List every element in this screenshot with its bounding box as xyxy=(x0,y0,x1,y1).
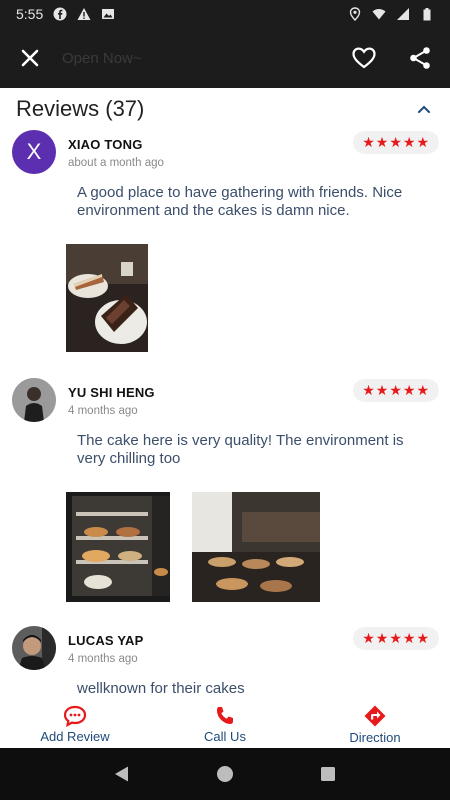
avatar-photo xyxy=(12,626,56,670)
review-time: 4 months ago xyxy=(68,405,138,417)
review-time: about a month ago xyxy=(68,157,164,169)
alert-icon xyxy=(77,8,91,20)
home-icon xyxy=(216,766,233,782)
star-rating: ★★★★★ xyxy=(353,379,439,402)
star-rating: ★★★★★ xyxy=(353,627,439,650)
avatar[interactable] xyxy=(12,378,56,422)
star-rating: ★★★★★ xyxy=(353,131,439,154)
reviewer-name: XIAO TONG xyxy=(68,137,143,152)
avatar-initial: X xyxy=(26,139,42,164)
review-text: wellknown for their cakes xyxy=(77,680,245,697)
wifi-icon xyxy=(372,9,386,20)
battery-icon xyxy=(423,8,431,21)
close-button[interactable] xyxy=(16,44,44,72)
home-button[interactable] xyxy=(213,762,237,786)
location-icon xyxy=(349,7,361,21)
favorite-button[interactable] xyxy=(350,44,378,72)
gallery-icon xyxy=(102,9,115,19)
recents-icon xyxy=(321,767,336,781)
add-review-label: Add Review xyxy=(40,728,110,744)
system-nav-bar xyxy=(0,748,450,800)
call-us-button[interactable]: Call Us xyxy=(150,700,300,748)
back-icon xyxy=(114,766,128,782)
heart-icon xyxy=(352,47,376,69)
review-item: X XIAO TONG about a month ago ★★★★★ A go… xyxy=(0,130,450,378)
reviews-header: Reviews (37) xyxy=(0,88,450,130)
recents-button[interactable] xyxy=(316,762,340,786)
direction-icon xyxy=(364,705,386,726)
reviewer-name: YU SHI HENG xyxy=(68,385,155,400)
review-photo[interactable] xyxy=(66,244,148,352)
chat-icon xyxy=(63,705,87,727)
phone-icon xyxy=(217,706,233,724)
review-text: The cake here is very quality! The envir… xyxy=(77,432,404,467)
avatar[interactable]: X xyxy=(12,130,56,174)
top-app-bar: Open Now~ xyxy=(0,28,450,88)
direction-label: Direction xyxy=(349,729,401,745)
facebook-icon xyxy=(53,7,67,21)
bottom-action-bar: Add Review Call Us Direction xyxy=(0,700,450,748)
signal-icon xyxy=(397,8,409,20)
reviews-title: Reviews (37) xyxy=(16,96,145,121)
reviewer-name: LUCAS YAP xyxy=(68,633,144,648)
chevron-up-icon xyxy=(418,105,430,113)
status-bar: 5:55 xyxy=(0,0,450,28)
direction-button[interactable]: Direction xyxy=(300,700,450,748)
share-button[interactable] xyxy=(406,44,434,72)
close-icon xyxy=(21,49,39,67)
share-icon xyxy=(410,47,430,69)
review-item: LUCAS YAP 4 months ago ★★★★★ wellknown f… xyxy=(0,626,450,700)
collapse-reviews-button[interactable] xyxy=(414,99,434,119)
status-time: 5:55 xyxy=(16,6,44,22)
avatar-photo xyxy=(12,378,56,422)
review-text: A good place to have gathering with frie… xyxy=(77,184,403,219)
review-photo[interactable] xyxy=(192,492,320,602)
avatar[interactable] xyxy=(12,626,56,670)
review-item: YU SHI HENG 4 months ago ★★★★★ The cake … xyxy=(0,378,450,626)
add-review-button[interactable]: Add Review xyxy=(0,700,150,748)
open-now-text: Open Now~ xyxy=(62,49,142,67)
review-photo[interactable] xyxy=(66,492,170,602)
back-button[interactable] xyxy=(110,762,134,786)
reviews-section: Reviews (37) X XIAO TONG about a month a… xyxy=(0,88,450,700)
call-us-label: Call Us xyxy=(204,728,246,744)
review-time: 4 months ago xyxy=(68,653,138,665)
